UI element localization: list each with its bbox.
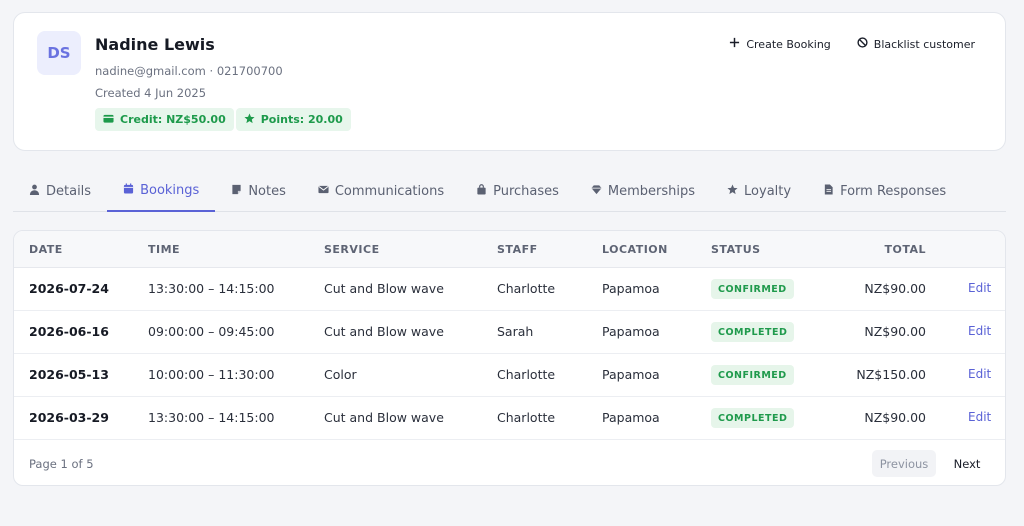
create-booking-button[interactable]: Create Booking <box>729 37 831 51</box>
table-header: DATE TIME SERVICE STAFF LOCATION STATUS … <box>14 231 1005 268</box>
tab-label: Loyalty <box>744 183 792 199</box>
booking-staff: Charlotte <box>497 410 556 425</box>
column-header-date: DATE <box>29 243 63 256</box>
booking-date: 2026-07-24 <box>29 281 109 296</box>
customer-contact: nadine@gmail.com · 021700700 <box>95 64 283 78</box>
star-icon <box>244 112 255 127</box>
edit-booking-link[interactable]: Edit <box>968 324 991 338</box>
credit-label: Credit: NZ$50.00 <box>120 113 226 126</box>
table-row: 2026-03-29 13:30:00 – 14:15:00 Cut and B… <box>14 397 1005 440</box>
tab-label: Form Responses <box>840 183 947 199</box>
booking-time: 13:30:00 – 14:15:00 <box>148 281 275 296</box>
booking-service: Cut and Blow wave <box>324 410 444 425</box>
status-badge: COMPLETED <box>711 408 795 428</box>
tab-details[interactable]: Details <box>13 171 107 211</box>
column-header-time: TIME <box>148 243 181 256</box>
tab-form-responses[interactable]: Form Responses <box>807 171 962 211</box>
star-icon <box>727 183 738 199</box>
previous-page-button[interactable]: Previous <box>872 450 936 477</box>
booking-date: 2026-06-16 <box>29 324 109 339</box>
booking-staff: Sarah <box>497 324 534 339</box>
points-badge: Points: 20.00 <box>235 108 351 131</box>
tab-label: Details <box>46 183 92 199</box>
column-header-total: TOTAL <box>884 243 926 256</box>
note-icon <box>231 184 242 199</box>
tab-label: Bookings <box>140 183 200 198</box>
column-header-location: LOCATION <box>602 243 668 256</box>
credit-badge: Credit: NZ$50.00 <box>95 108 234 131</box>
tab-bookings[interactable]: Bookings <box>107 171 216 212</box>
tab-label: Communications <box>334 183 445 199</box>
booking-location: Papamoa <box>602 410 660 425</box>
column-header-staff: STAFF <box>497 243 538 256</box>
booking-total: NZ$90.00 <box>864 281 926 296</box>
bag-icon <box>476 183 487 199</box>
create-booking-label: Create Booking <box>746 37 831 51</box>
pagination: Page 1 of 5 Previous Next <box>14 440 1005 485</box>
edit-booking-link[interactable]: Edit <box>968 281 991 295</box>
booking-date: 2026-03-29 <box>29 410 109 425</box>
booking-time: 10:00:00 – 11:30:00 <box>148 367 275 382</box>
wallet-icon <box>103 113 114 127</box>
table-row: 2026-07-24 13:30:00 – 14:15:00 Cut and B… <box>14 268 1005 311</box>
customer-name: Nadine Lewis <box>95 35 215 54</box>
booking-time: 09:00:00 – 09:45:00 <box>148 324 275 339</box>
plus-icon <box>729 37 740 51</box>
status-badge: CONFIRMED <box>711 279 794 299</box>
gem-icon <box>591 184 602 199</box>
customer-actions: Create Booking Blacklist customer <box>729 37 975 51</box>
status-badge: COMPLETED <box>711 322 795 342</box>
table-row: 2026-05-13 10:00:00 – 11:30:00 Color Cha… <box>14 354 1005 397</box>
booking-total: NZ$90.00 <box>864 410 926 425</box>
tab-purchases[interactable]: Purchases <box>460 171 575 211</box>
balance-chips: Credit: NZ$50.00 Points: 20.00 <box>95 108 351 131</box>
points-label: Points: 20.00 <box>260 113 343 126</box>
booking-location: Papamoa <box>602 281 660 296</box>
booking-location: Papamoa <box>602 367 660 382</box>
blacklist-label: Blacklist customer <box>873 37 975 51</box>
booking-service: Cut and Blow wave <box>324 324 444 339</box>
next-page-button[interactable]: Next <box>941 450 993 477</box>
booking-time: 13:30:00 – 14:15:00 <box>148 410 275 425</box>
booking-service: Cut and Blow wave <box>324 281 444 296</box>
booking-staff: Charlotte <box>497 367 556 382</box>
avatar: DS <box>37 31 81 75</box>
ban-icon <box>857 37 868 51</box>
document-icon <box>823 183 834 199</box>
booking-date: 2026-05-13 <box>29 367 109 382</box>
column-header-status: STATUS <box>711 243 761 256</box>
customer-created-date: Created 4 Jun 2025 <box>95 86 207 100</box>
tab-label: Notes <box>248 183 286 199</box>
page-indicator: Page 1 of 5 <box>29 457 94 471</box>
tab-loyalty[interactable]: Loyalty <box>711 171 807 211</box>
table-row: 2026-06-16 09:00:00 – 09:45:00 Cut and B… <box>14 311 1005 354</box>
bookings-table: DATE TIME SERVICE STAFF LOCATION STATUS … <box>13 230 1006 486</box>
edit-booking-link[interactable]: Edit <box>968 367 991 381</box>
booking-total: NZ$90.00 <box>864 324 926 339</box>
user-icon <box>29 184 40 199</box>
tab-notes[interactable]: Notes <box>215 171 302 211</box>
booking-service: Color <box>324 367 357 382</box>
status-badge: CONFIRMED <box>711 365 794 385</box>
booking-total: NZ$150.00 <box>856 367 926 382</box>
column-header-service: SERVICE <box>324 243 380 256</box>
tab-label: Memberships <box>607 183 696 199</box>
tab-memberships[interactable]: Memberships <box>575 171 711 211</box>
booking-staff: Charlotte <box>497 281 556 296</box>
edit-booking-link[interactable]: Edit <box>968 410 991 424</box>
tab-communications[interactable]: Communications <box>302 171 460 211</box>
envelope-icon <box>318 184 329 199</box>
booking-location: Papamoa <box>602 324 660 339</box>
tab-label: Purchases <box>493 183 559 199</box>
customer-card: DS Nadine Lewis nadine@gmail.com · 02170… <box>13 12 1006 151</box>
blacklist-customer-button[interactable]: Blacklist customer <box>857 37 975 51</box>
customer-tabs: Details Bookings Notes Communications Pu… <box>13 171 1006 212</box>
calendar-icon <box>123 183 134 198</box>
